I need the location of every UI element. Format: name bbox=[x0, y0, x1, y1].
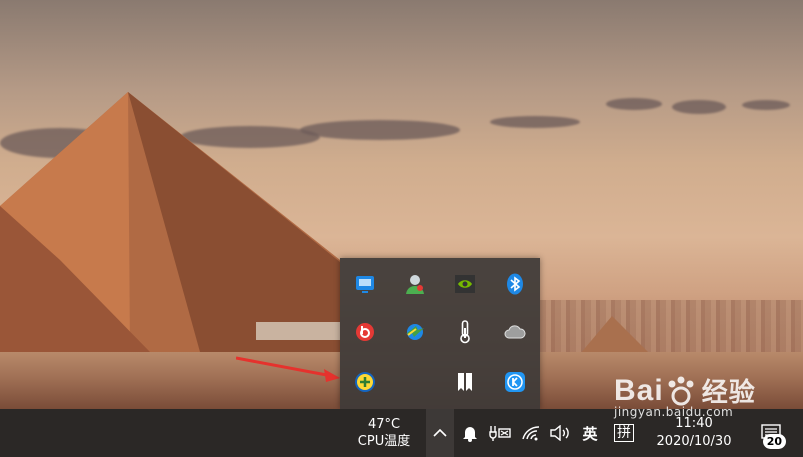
cpu-temp-value: 47°C bbox=[367, 417, 401, 432]
add-app-icon[interactable] bbox=[352, 369, 378, 395]
beats-icon[interactable] bbox=[352, 319, 378, 345]
ime-label: 拼 bbox=[614, 424, 634, 442]
cloud-icon[interactable] bbox=[502, 319, 528, 345]
action-center-button[interactable]: 20 bbox=[754, 409, 788, 457]
user-avatar-icon[interactable] bbox=[402, 271, 428, 297]
input-language-indicator[interactable]: 英 bbox=[576, 409, 604, 457]
tray-overflow-panel bbox=[340, 258, 540, 409]
watermark-brand: Bai bbox=[614, 373, 664, 407]
bluetooth-icon[interactable] bbox=[502, 271, 528, 297]
bookmark-app-icon[interactable] bbox=[452, 369, 478, 395]
cpu-temperature-widget[interactable]: 47°C CPU温度 bbox=[340, 409, 428, 457]
download-manager-icon[interactable] bbox=[402, 319, 428, 345]
volume-icon[interactable] bbox=[546, 409, 574, 457]
nvidia-icon[interactable] bbox=[452, 271, 478, 297]
paw-logo-icon bbox=[668, 376, 694, 405]
wifi-icon[interactable] bbox=[518, 409, 544, 457]
notification-count-badge: 20 bbox=[762, 434, 786, 449]
watermark-suffix: 经验 bbox=[701, 377, 756, 407]
bell-icon[interactable] bbox=[458, 409, 482, 457]
show-hidden-icons-button[interactable] bbox=[426, 409, 454, 457]
clock-date: 2020/10/30 bbox=[656, 434, 732, 449]
cpu-temp-label: CPU温度 bbox=[357, 434, 411, 449]
k-app-icon[interactable] bbox=[502, 369, 528, 395]
no-power-plug-icon[interactable] bbox=[486, 409, 514, 457]
red-arrow-icon bbox=[236, 356, 340, 382]
baidu-watermark: Bai 经验 jingyan.baidu.com bbox=[614, 372, 756, 420]
chevron-up-icon bbox=[433, 428, 447, 437]
monitor-app-icon[interactable] bbox=[352, 271, 378, 297]
thermometer-icon[interactable] bbox=[452, 319, 478, 345]
